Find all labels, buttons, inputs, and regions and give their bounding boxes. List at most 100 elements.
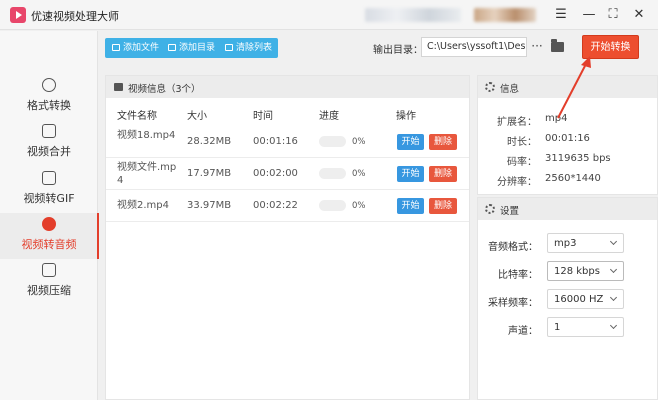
add-file-label: 添加文件 [123, 43, 160, 53]
progress-text: 0% [352, 137, 366, 147]
column-header-actions: 操作 [396, 111, 416, 122]
column-header-progress: 进度 [319, 111, 339, 122]
image-icon [114, 83, 123, 91]
blurred-avatar [474, 8, 536, 22]
info-label: 分辨率： [497, 177, 537, 188]
gear-icon [485, 82, 495, 92]
sample-rate-value: 16000 HZ [554, 294, 604, 305]
bitrate-select[interactable]: 128 kbps [547, 261, 624, 281]
channel-label: 声道： [508, 326, 538, 337]
add-file-button[interactable]: 添加文件 [112, 38, 159, 58]
info-title: 信息 [500, 84, 520, 95]
bitrate-label: 比特率： [498, 270, 538, 281]
progress-bar [319, 136, 346, 147]
info-value: 2560*1440 [545, 173, 601, 184]
gif-icon [42, 171, 56, 185]
format-icon [42, 78, 56, 92]
video-info-panel: 视频信息（3个） 文件名称 大小 时间 进度 操作 视频18.mp4 28.32… [105, 75, 470, 400]
more-options-icon[interactable]: ··· [531, 38, 543, 56]
chevron-down-icon [609, 321, 618, 330]
gear-icon [485, 204, 495, 214]
sidebar-item-video-merge[interactable]: 视频合并 [0, 120, 98, 166]
app-title: 优速视频处理大师 [31, 10, 119, 23]
audio-format-label: 音频格式： [488, 242, 538, 253]
add-directory-button[interactable]: 添加目录 [168, 38, 215, 58]
bitrate-value: 128 kbps [554, 266, 600, 277]
channel-value: 1 [554, 322, 561, 333]
progress-bar [319, 200, 346, 211]
chevron-down-icon [609, 237, 618, 246]
table-row[interactable]: 视频文件.mp4 17.97MB 00:02:00 0% 开始 删除 [106, 158, 469, 190]
info-label: 扩展名： [497, 117, 537, 128]
info-value: mp4 [545, 113, 568, 124]
table-row[interactable]: 视频2.mp4 33.97MB 00:02:22 0% 开始 删除 [106, 190, 469, 222]
chevron-down-icon [609, 293, 618, 302]
blurred-region [365, 8, 461, 22]
progress-text: 0% [352, 201, 366, 211]
table-row[interactable]: 视频18.mp4 28.32MB 00:01:16 0% 开始 删除 [106, 126, 469, 158]
file-duration: 00:01:16 [253, 136, 298, 147]
column-header-time: 时间 [253, 111, 273, 122]
minimize-icon[interactable]: — [580, 6, 598, 24]
file-name: 视频2.mp4 [117, 200, 169, 211]
progress-text: 0% [352, 169, 366, 179]
sample-rate-label: 采样频率： [488, 298, 538, 309]
sidebar-item-label: 视频转GIF [23, 192, 75, 205]
settings-panel: 设置 音频格式： mp3 比特率： 128 kbps 采样频率： 16000 H… [477, 197, 658, 400]
info-value: 3119635 bps [545, 153, 611, 164]
output-directory-label: 输出目录： [373, 45, 423, 56]
sidebar-item-video-to-audio[interactable]: 视频转音频 [0, 213, 99, 259]
column-header-size: 大小 [187, 111, 207, 122]
clear-list-button[interactable]: 清除列表 [225, 38, 272, 58]
settings-header: 设置 [478, 198, 657, 220]
close-icon[interactable]: ✕ [630, 6, 648, 24]
menu-icon[interactable]: ☰ [552, 6, 570, 24]
delete-button[interactable]: 删除 [429, 198, 457, 214]
file-name: 视频文件.mp4 [117, 162, 177, 186]
sidebar-item-label: 视频合并 [27, 145, 71, 158]
merge-icon [42, 124, 56, 138]
info-label: 码率： [507, 157, 537, 168]
sample-rate-select[interactable]: 16000 HZ [547, 289, 624, 309]
column-header-filename: 文件名称 [117, 111, 157, 122]
delete-button[interactable]: 删除 [429, 134, 457, 150]
audio-format-select[interactable]: mp3 [547, 233, 624, 253]
toolbar-button-group: 添加文件 添加目录 清除列表 [105, 38, 278, 58]
start-button[interactable]: 开始 [397, 134, 424, 150]
output-directory-field[interactable]: C:\Users\yssoft1\Deskt [421, 37, 527, 57]
chevron-down-icon [609, 265, 618, 274]
delete-button[interactable]: 删除 [429, 166, 457, 182]
file-name: 视频18.mp4 [117, 130, 176, 141]
sidebar-item-format-convert[interactable]: 格式转换 [0, 74, 98, 120]
add-file-icon [112, 44, 120, 51]
sidebar-item-label: 视频压缩 [27, 284, 71, 297]
sidebar: 格式转换 视频合并 视频转GIF 视频转音频 视频压缩 [0, 31, 99, 400]
title-bar: 优速视频处理大师 ☰ — ⛶ ✕ [0, 0, 658, 30]
start-button[interactable]: 开始 [397, 198, 424, 214]
clear-list-label: 清除列表 [236, 43, 273, 53]
compress-icon [42, 263, 56, 277]
video-info-title: 视频信息（3个） [128, 84, 201, 95]
open-folder-icon[interactable] [551, 39, 564, 52]
sidebar-item-video-compress[interactable]: 视频压缩 [0, 259, 98, 305]
info-label: 时长： [507, 137, 537, 148]
app-logo-icon [10, 7, 26, 23]
maximize-icon[interactable]: ⛶ [604, 6, 622, 24]
start-convert-button[interactable]: 开始转换 [582, 35, 639, 59]
file-size: 33.97MB [187, 200, 232, 211]
file-size: 28.32MB [187, 136, 232, 147]
file-size: 17.97MB [187, 168, 232, 179]
settings-title: 设置 [500, 206, 520, 217]
sidebar-item-video-to-gif[interactable]: 视频转GIF [0, 167, 98, 213]
audio-icon [42, 217, 56, 231]
start-button[interactable]: 开始 [397, 166, 424, 182]
channel-select[interactable]: 1 [547, 317, 624, 337]
folder-add-icon [168, 44, 176, 51]
info-header: 信息 [478, 76, 657, 98]
progress-bar [319, 168, 346, 179]
audio-format-value: mp3 [554, 238, 577, 249]
file-duration: 00:02:22 [253, 200, 298, 211]
trash-icon [225, 44, 233, 51]
sidebar-item-label: 视频转音频 [21, 238, 77, 251]
sidebar-item-label: 格式转换 [27, 99, 71, 112]
